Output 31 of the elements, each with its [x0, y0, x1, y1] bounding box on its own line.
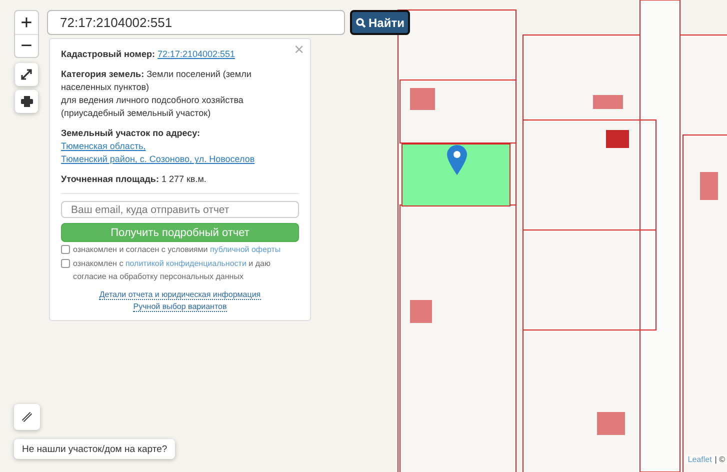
fullscreen-button[interactable]	[15, 63, 38, 86]
attribution-text: | ©	[714, 455, 725, 464]
search-icon	[356, 18, 366, 28]
policy-link[interactable]: политикой конфиденциальности	[125, 259, 246, 268]
zoom-out-button[interactable]: −	[15, 34, 38, 57]
parcel-info: Земельный участок по адресу: Тюменская область, Тюменский район, с. Созоново, ул. Новоселов	[61, 127, 256, 166]
info-link[interactable]: Ручной выбор вариантов	[133, 302, 227, 312]
policy-link[interactable]: публичной оферты	[210, 244, 281, 254]
report-button[interactable]: Получить подробный отчет	[61, 223, 299, 242]
expand-icon	[21, 69, 32, 80]
parcel-info: Кадастровый номер: 72:17:2104002:551	[61, 48, 236, 61]
agreement-text: ознакомлен с политикой конфиденциальности и даю согласие на обработку персональных данных	[73, 258, 272, 283]
not-found-button[interactable]: Не нашли участок/дом на карте?	[14, 439, 176, 459]
print-button[interactable]	[15, 90, 38, 113]
agreement-text: ознакомлен и согласен с условиями публичной оферты	[73, 244, 281, 256]
parcel-info: Уточненная площадь: 1 277 кв.м.	[61, 173, 208, 186]
leaflet-link[interactable]: Leaflet	[688, 455, 712, 464]
zoom-in-button[interactable]: +	[15, 11, 38, 34]
info-link[interactable]: Детали отчета и юридическая информация	[99, 290, 261, 300]
search-button[interactable]: Найти	[350, 10, 410, 35]
parcel-info: Категория земель: Земли поселений (земли населенных пунктов) для ведения личного подсобного хозяйства (приусадебный земельный участок)	[61, 68, 252, 120]
checkbox[interactable]	[61, 259, 70, 268]
close-button[interactable]: ×	[294, 41, 304, 59]
email-field[interactable]: Ваш email, куда отправить отчет	[61, 201, 299, 218]
parcel-link[interactable]: Тюменская область,	[61, 141, 146, 152]
search-field[interactable]: 72:17:2104002:551	[47, 10, 345, 35]
parcel-link[interactable]: 72:17:2104002:551	[157, 49, 236, 59]
checkbox[interactable]	[61, 244, 70, 254]
measure-button[interactable]	[14, 404, 40, 430]
parcel-link[interactable]: Тюменский район, с. Созоново, ул. Новоселов	[61, 153, 255, 166]
map-marker-icon[interactable]	[447, 145, 467, 175]
